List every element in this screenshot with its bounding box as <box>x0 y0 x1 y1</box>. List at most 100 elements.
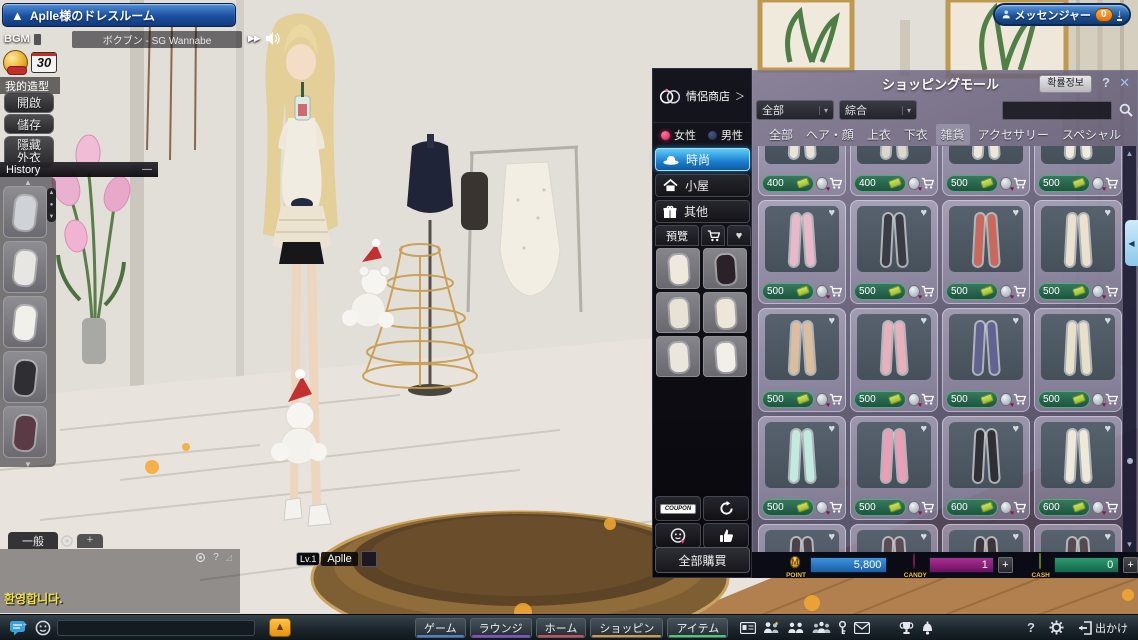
scroll-down-icon[interactable]: ▼ <box>1126 540 1134 549</box>
female-label[interactable]: 女性 <box>674 127 696 143</box>
wishlist-heart-icon[interactable]: ♥ <box>828 315 835 327</box>
add-to-cart-icon[interactable] <box>1105 177 1118 190</box>
shop-tab[interactable]: スペシャル <box>1057 124 1126 145</box>
like-button[interactable] <box>703 523 749 548</box>
couple-shop-expand-icon[interactable]: ＞ <box>735 88 745 103</box>
history-item-thumb[interactable] <box>3 241 47 293</box>
shop-item-card[interactable]: ♥ 500 <box>942 308 1030 412</box>
taskbar-tab[interactable]: ショッピン <box>590 618 663 638</box>
scroll-thumb[interactable]: ● <box>50 202 54 208</box>
shop-close-button[interactable]: ✕ <box>1119 75 1130 91</box>
coin-heart-icon[interactable] <box>1000 285 1012 298</box>
coin-heart-icon[interactable] <box>1000 501 1012 514</box>
taskbar-tab[interactable]: ラウンジ <box>470 618 532 638</box>
add-to-cart-icon[interactable] <box>921 501 934 514</box>
scroll-up-icon[interactable]: ▲ <box>49 190 55 196</box>
shop-item-card[interactable]: ♥ <box>758 524 846 552</box>
shop-item-card[interactable]: ♥ 500 <box>850 308 938 412</box>
shop-tab[interactable]: 雑貨 <box>936 124 970 145</box>
shop-item-card[interactable]: ♥ 400 <box>850 146 938 196</box>
chat-panel-gear-icon[interactable] <box>195 552 206 563</box>
wishlist-heart-icon[interactable]: ♥ <box>1104 531 1111 543</box>
add-to-cart-icon[interactable] <box>829 393 842 406</box>
family-icon[interactable] <box>787 621 805 634</box>
history-item-thumb[interactable] <box>3 186 47 238</box>
scroll-up-icon[interactable]: ▲ <box>1126 149 1134 158</box>
scroll-thumb[interactable] <box>1127 458 1133 464</box>
chat-settings-icon[interactable] <box>60 534 74 548</box>
shop-tab[interactable]: 上衣 <box>862 124 896 145</box>
wishlist-heart-icon[interactable]: ♥ <box>920 207 927 219</box>
messenger-button[interactable]: メッセンジャー 0 ↓ <box>993 3 1131 26</box>
history-scroll-down-icon[interactable]: ▼ <box>18 460 38 469</box>
coin-heart-icon[interactable] <box>908 501 920 514</box>
coin-heart-icon[interactable] <box>908 177 920 190</box>
add-to-cart-icon[interactable] <box>1013 501 1026 514</box>
menu-house-button[interactable]: 小屋 <box>655 174 750 197</box>
community-icon[interactable] <box>812 621 831 634</box>
search-icon[interactable] <box>1117 101 1134 120</box>
add-to-cart-icon[interactable] <box>1105 393 1118 406</box>
history-scrollbar[interactable]: ▲ ● ▼ <box>47 188 56 222</box>
preview-item-thumb[interactable] <box>656 248 700 289</box>
buy-all-button[interactable]: 全部購買 <box>655 547 750 573</box>
coin-heart-icon[interactable] <box>816 501 828 514</box>
coin-heart-icon[interactable] <box>1000 393 1012 406</box>
gm-face-button[interactable]: ♥ <box>655 523 701 548</box>
shop-item-card[interactable]: ♥ 500 <box>1034 146 1122 196</box>
candy-charge-button[interactable]: + <box>998 557 1013 573</box>
chat-tab-general[interactable]: 一般 <box>8 532 58 549</box>
chat-help-icon[interactable]: ? <box>213 552 219 563</box>
wishlist-heart-icon[interactable]: ♥ <box>1104 207 1111 219</box>
wishlist-heart-icon[interactable]: ♥ <box>1012 315 1019 327</box>
coin-heart-icon[interactable] <box>1092 393 1104 406</box>
shop-item-card[interactable]: ♥ 500 <box>758 308 846 412</box>
add-to-cart-icon[interactable] <box>921 177 934 190</box>
taskbar-help-button[interactable]: ? <box>1027 620 1035 635</box>
shop-item-card[interactable]: ♥ 600 <box>1034 416 1122 520</box>
preview-item-thumb[interactable] <box>703 248 747 289</box>
preview-item-thumb[interactable] <box>656 336 700 377</box>
shop-item-card[interactable]: ♥ 500 <box>850 200 938 304</box>
wishlist-heart-icon[interactable]: ♥ <box>920 531 927 543</box>
wishlist-heart-icon[interactable]: ♥ <box>828 207 835 219</box>
history-item-thumb[interactable] <box>3 296 47 348</box>
add-to-cart-icon[interactable] <box>829 285 842 298</box>
coupon-button[interactable]: COUPON <box>655 496 701 521</box>
shop-tab[interactable]: 下衣 <box>899 124 933 145</box>
shop-tab[interactable]: 全部 <box>764 124 798 145</box>
coin-heart-icon[interactable] <box>816 285 828 298</box>
shop-item-card[interactable]: ♥ 500 <box>942 146 1030 196</box>
panel-collapse-handle[interactable]: ◀ <box>1125 220 1138 266</box>
male-label[interactable]: 男性 <box>721 127 743 143</box>
shop-item-card[interactable]: ♥ <box>850 524 938 552</box>
shop-item-card[interactable]: ♥ <box>1034 524 1122 552</box>
bgm-volume-icon[interactable] <box>266 32 280 45</box>
menu-other-button[interactable]: 其他 <box>655 200 750 223</box>
coin-heart-icon[interactable] <box>1092 285 1104 298</box>
preview-cart-button[interactable] <box>701 225 725 246</box>
coin-heart-icon[interactable] <box>908 393 920 406</box>
preview-item-thumb[interactable] <box>703 336 747 377</box>
jukebox-icon[interactable] <box>33 33 42 46</box>
wishlist-heart-icon[interactable]: ♥ <box>1012 531 1019 543</box>
preview-wishlist-button[interactable]: ♥ <box>727 225 751 246</box>
sort-dropdown[interactable]: 綜合 ▾ <box>839 100 917 120</box>
coin-heart-icon[interactable] <box>816 177 828 190</box>
category-dropdown[interactable]: 全部 ▾ <box>756 100 834 120</box>
add-to-cart-icon[interactable] <box>829 501 842 514</box>
wishlist-heart-icon[interactable]: ♥ <box>1104 315 1111 327</box>
shop-tab[interactable]: アクセサリー <box>973 124 1054 145</box>
add-to-cart-icon[interactable] <box>829 177 842 190</box>
shop-item-card[interactable]: ♥ 500 <box>758 200 846 304</box>
probability-info-button[interactable]: 확률정보 <box>1039 75 1092 93</box>
taskbar-chat-input[interactable] <box>57 620 255 636</box>
chat-add-tab-button[interactable]: + <box>77 534 103 548</box>
add-to-cart-icon[interactable] <box>1013 177 1026 190</box>
shop-item-card[interactable]: ♥ 500 <box>758 416 846 520</box>
add-to-cart-icon[interactable] <box>921 393 934 406</box>
trophy-icon[interactable] <box>899 621 914 635</box>
save-button[interactable]: 儲存 <box>4 114 54 134</box>
emote-smiley-icon[interactable] <box>35 620 51 636</box>
add-to-cart-icon[interactable] <box>1013 285 1026 298</box>
